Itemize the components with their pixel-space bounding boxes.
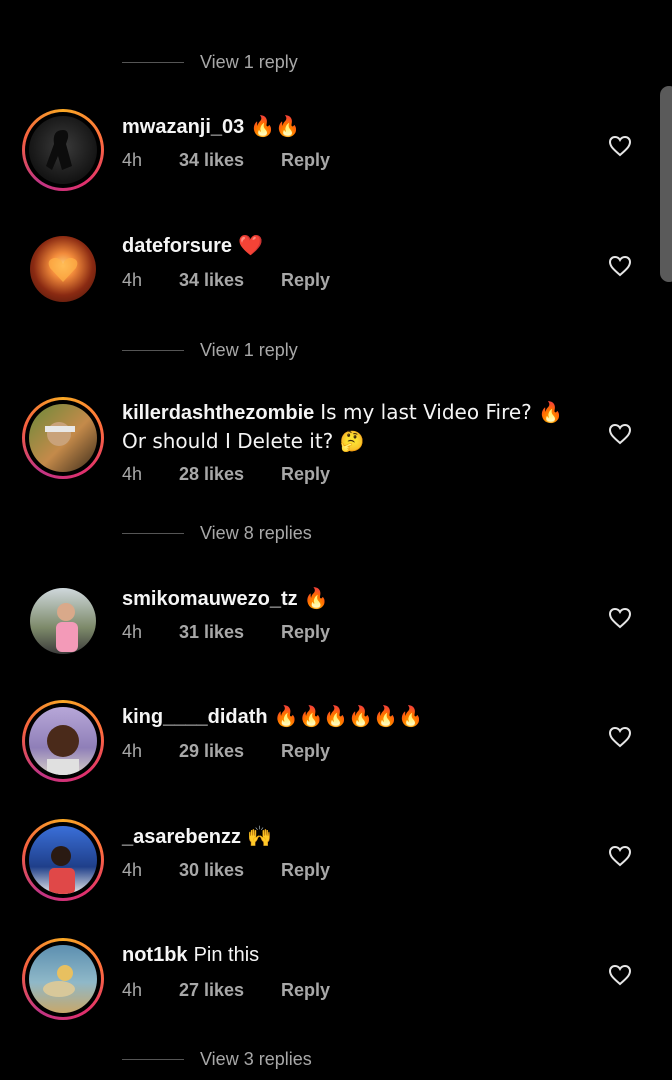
avatar[interactable]: [22, 397, 104, 479]
reply-button[interactable]: Reply: [281, 622, 330, 643]
comment-username[interactable]: mwazanji_03: [122, 116, 244, 138]
view-replies-link[interactable]: View 8 replies: [122, 523, 312, 544]
comment-username[interactable]: dateforsure: [122, 235, 232, 257]
comment-likes[interactable]: 34 likes: [179, 150, 281, 171]
comment-username[interactable]: _asarebenzz: [122, 826, 241, 848]
comment-text: 🔥🔥: [250, 114, 301, 138]
comment-username[interactable]: not1bk: [122, 944, 188, 966]
comment-likes[interactable]: 34 likes: [179, 270, 281, 291]
scrollbar-handle[interactable]: [660, 86, 672, 282]
avatar[interactable]: [22, 938, 104, 1020]
reply-button[interactable]: Reply: [281, 860, 330, 881]
avatar-image: [46, 130, 72, 170]
heart-outline-icon[interactable]: [608, 135, 632, 157]
comment-likes[interactable]: 28 likes: [179, 464, 281, 485]
avatar-image: [48, 257, 78, 282]
heart-outline-icon[interactable]: [608, 255, 632, 277]
comment-likes[interactable]: 30 likes: [179, 860, 281, 881]
view-replies-label: View 1 reply: [200, 52, 298, 72]
view-replies-label: View 1 reply: [200, 340, 298, 360]
comment-likes[interactable]: 31 likes: [179, 622, 281, 643]
reply-button[interactable]: Reply: [281, 150, 330, 171]
comment-text: ❤️: [238, 233, 263, 257]
comment-username[interactable]: king____didath: [122, 706, 268, 728]
comment-time: 4h: [122, 860, 143, 880]
avatar-image: [43, 965, 75, 997]
reply-button[interactable]: Reply: [281, 980, 330, 1001]
heart-outline-icon[interactable]: [608, 845, 632, 867]
reply-button[interactable]: Reply: [281, 741, 330, 762]
avatar[interactable]: [22, 109, 104, 191]
comment-time: 4h: [122, 270, 143, 290]
thread-line: [122, 350, 184, 351]
comment-username[interactable]: smikomauwezo_tz: [122, 588, 298, 610]
view-replies-link[interactable]: View 3 replies: [122, 1049, 312, 1070]
reply-button[interactable]: Reply: [281, 270, 330, 291]
avatar[interactable]: [30, 236, 96, 302]
view-replies-link[interactable]: View 1 reply: [122, 52, 298, 73]
view-replies-link[interactable]: View 1 reply: [122, 340, 298, 361]
thread-line: [122, 62, 184, 63]
comment-text: 🙌: [246, 824, 272, 848]
reply-button[interactable]: Reply: [281, 464, 330, 485]
avatar-image: [49, 846, 75, 894]
comment-text: 🔥🔥🔥🔥🔥🔥: [273, 704, 424, 728]
comment-likes[interactable]: 29 likes: [179, 741, 281, 762]
heart-outline-icon[interactable]: [608, 607, 632, 629]
thread-line: [122, 533, 184, 534]
thread-line: [122, 1059, 184, 1060]
comment-time: 4h: [122, 150, 143, 170]
comment-text: 🔥: [303, 586, 329, 610]
avatar[interactable]: [22, 819, 104, 901]
heart-outline-icon[interactable]: [608, 726, 632, 748]
avatar[interactable]: [30, 588, 96, 654]
comment-text: Pin this: [193, 944, 260, 966]
avatar[interactable]: [22, 700, 104, 782]
heart-outline-icon[interactable]: [608, 423, 632, 445]
avatar-image: [56, 603, 78, 652]
view-replies-label: View 8 replies: [200, 523, 312, 543]
comment-time: 4h: [122, 741, 143, 761]
avatar-image: [45, 422, 75, 446]
comment-username[interactable]: killerdashthezombie: [122, 402, 314, 424]
heart-outline-icon[interactable]: [608, 964, 632, 986]
comment-time: 4h: [122, 622, 143, 642]
avatar-image: [47, 725, 79, 775]
view-replies-label: View 3 replies: [200, 1049, 312, 1069]
comment-time: 4h: [122, 980, 143, 1000]
comment-time: 4h: [122, 464, 143, 484]
comment-likes[interactable]: 27 likes: [179, 980, 281, 1001]
